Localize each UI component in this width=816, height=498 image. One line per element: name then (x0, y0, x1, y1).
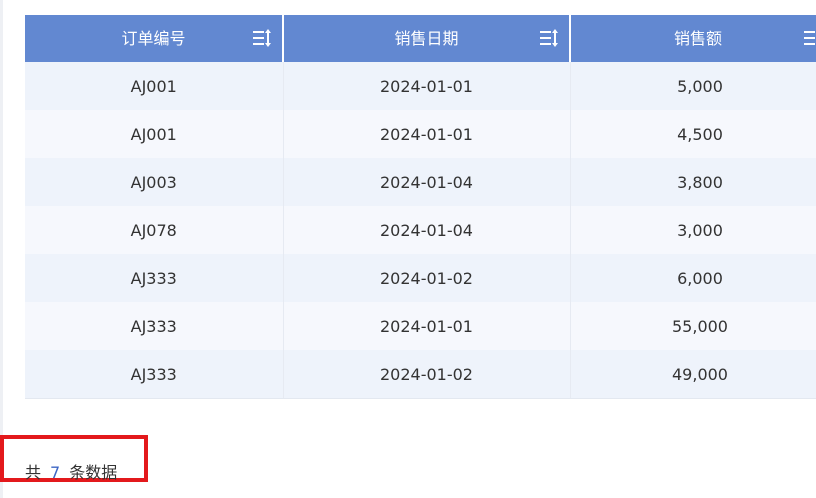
cell-order-no: AJ333 (25, 254, 284, 302)
sort-icon[interactable] (803, 29, 816, 47)
table-row[interactable]: AJ333 2024-01-02 49,000 (25, 350, 816, 399)
cell-sales-amount: 55,000 (570, 302, 816, 350)
cell-order-no: AJ333 (25, 302, 284, 350)
sales-table: 订单编号 销售日期 销售额 AJ001 2024-01-01 5,000 AJ0… (25, 15, 816, 399)
cell-sales-amount-text: 3,800 (677, 172, 723, 192)
cell-sales-amount: 3,800 (570, 158, 816, 206)
cell-sales-date: 2024-01-01 (283, 110, 571, 158)
table-row[interactable]: AJ333 2024-01-01 55,000 (25, 302, 816, 350)
cell-sales-date: 2024-01-01 (283, 302, 571, 350)
data-table-container: 订单编号 销售日期 销售额 AJ001 2024-01-01 5,000 AJ0… (25, 15, 816, 399)
total-count-text: 共 7 条数据 (25, 459, 117, 483)
cell-order-no: AJ078 (25, 206, 284, 254)
cell-sales-amount: 49,000 (570, 350, 816, 399)
cell-sales-date: 2024-01-04 (283, 158, 571, 206)
cell-sales-date: 2024-01-02 (283, 254, 571, 302)
cell-sales-amount: 3,000 (570, 206, 816, 254)
column-header-sales-date[interactable]: 销售日期 (283, 15, 571, 62)
column-header-sales-amount[interactable]: 销售额 (570, 15, 816, 62)
sort-icon[interactable] (252, 29, 272, 47)
cell-sales-amount-text: 5,000 (677, 76, 723, 96)
cell-sales-date: 2024-01-04 (283, 206, 571, 254)
total-suffix: 条数据 (69, 463, 118, 482)
cell-sales-date: 2024-01-01 (283, 62, 571, 110)
table-row[interactable]: AJ001 2024-01-01 5,000 (25, 62, 816, 110)
cell-sales-amount: 5,000 (570, 62, 816, 110)
cell-sales-amount-text: 4,500 (677, 124, 723, 144)
sort-icon[interactable] (539, 29, 559, 47)
left-divider (0, 0, 3, 498)
table-row[interactable]: AJ003 2024-01-04 3,800 (25, 158, 816, 206)
table-row[interactable]: AJ001 2024-01-01 4,500 (25, 110, 816, 158)
table-row[interactable]: AJ078 2024-01-04 3,000 (25, 206, 816, 254)
column-header-label: 订单编号 (121, 29, 186, 48)
cell-sales-date: 2024-01-02 (283, 350, 571, 399)
cell-sales-amount-text: 6,000 (677, 268, 723, 288)
cell-sales-amount: 4,500 (570, 110, 816, 158)
cell-sales-amount-text: 3,000 (677, 220, 723, 240)
column-header-label: 销售额 (674, 29, 723, 48)
total-count-value: 7 (50, 463, 61, 482)
cell-sales-amount: 6,000 (570, 254, 816, 302)
cell-sales-amount-text: 55,000 (672, 316, 728, 336)
cell-order-no: AJ333 (25, 350, 284, 399)
column-header-order-no[interactable]: 订单编号 (25, 15, 284, 62)
table-row[interactable]: AJ333 2024-01-02 6,000 (25, 254, 816, 302)
cell-order-no: AJ003 (25, 158, 284, 206)
cell-order-no: AJ001 (25, 110, 284, 158)
total-prefix: 共 (25, 463, 42, 482)
cell-sales-amount-text: 49,000 (672, 364, 728, 384)
column-header-label: 销售日期 (394, 29, 459, 48)
table-header-row: 订单编号 销售日期 销售额 (25, 15, 816, 62)
cell-order-no: AJ001 (25, 62, 284, 110)
